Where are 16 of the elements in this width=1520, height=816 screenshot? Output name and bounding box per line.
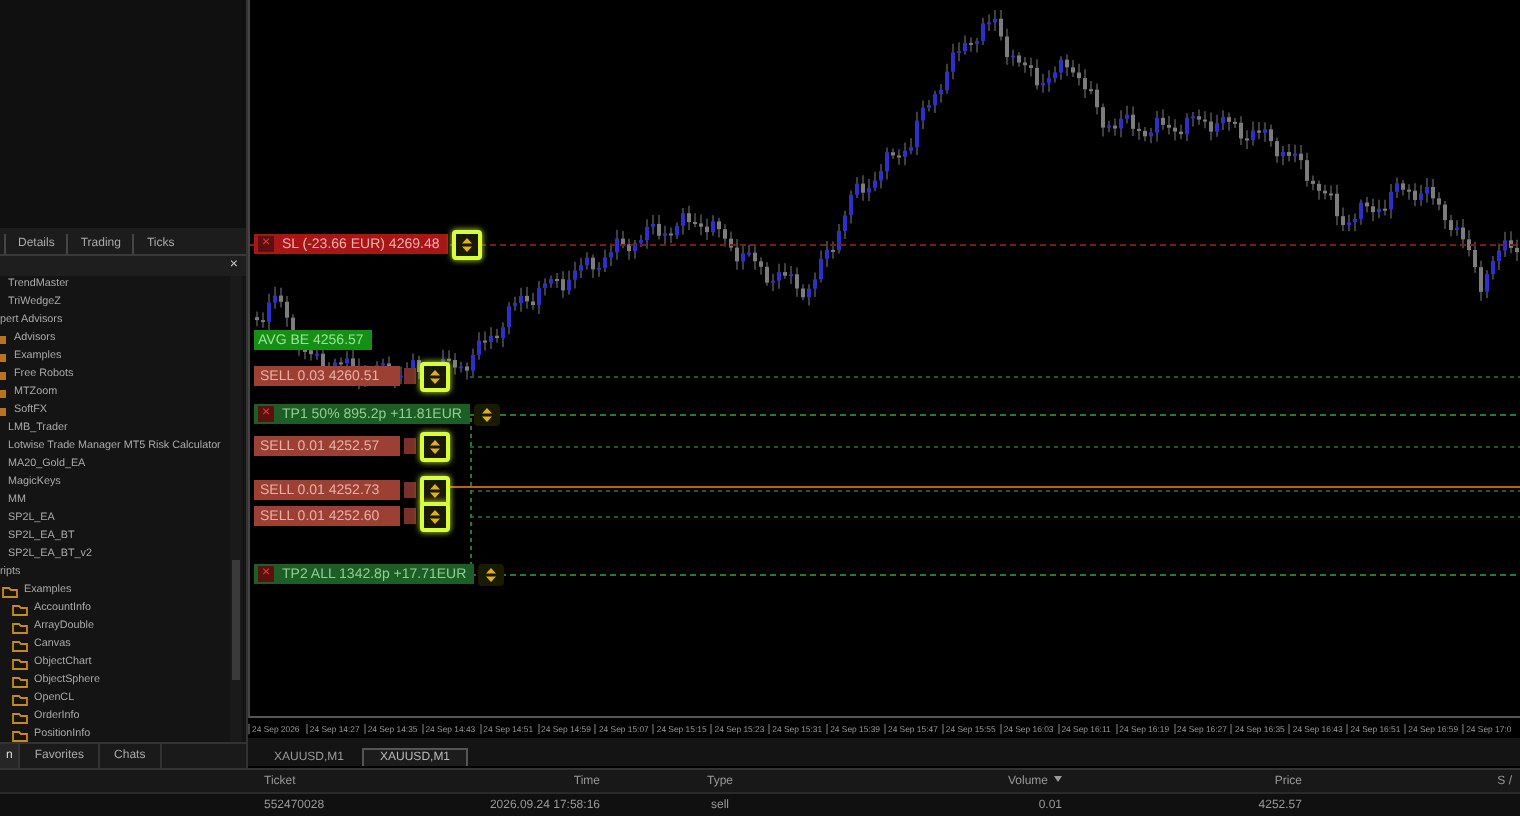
drag-handle[interactable]: [473, 403, 500, 425]
scrollbar[interactable]: [230, 276, 242, 743]
up-down-arrows-icon: [430, 439, 440, 453]
drag-handle[interactable]: [420, 361, 450, 391]
up-down-arrows-icon: [481, 407, 492, 421]
drag-handle[interactable]: [420, 501, 450, 531]
up-down-arrows-icon: [486, 567, 497, 581]
drag-handle[interactable]: [420, 431, 450, 461]
up-down-arrows-icon: [430, 509, 440, 523]
drag-handle[interactable]: [451, 229, 482, 259]
up-down-arrows-icon: [461, 237, 472, 251]
drag-handle[interactable]: [420, 475, 450, 505]
up-down-arrows-icon: [430, 483, 440, 497]
sort-arrow-icon: [1054, 776, 1062, 783]
drag-handle[interactable]: [478, 563, 505, 585]
up-down-arrows-icon: [430, 369, 440, 383]
